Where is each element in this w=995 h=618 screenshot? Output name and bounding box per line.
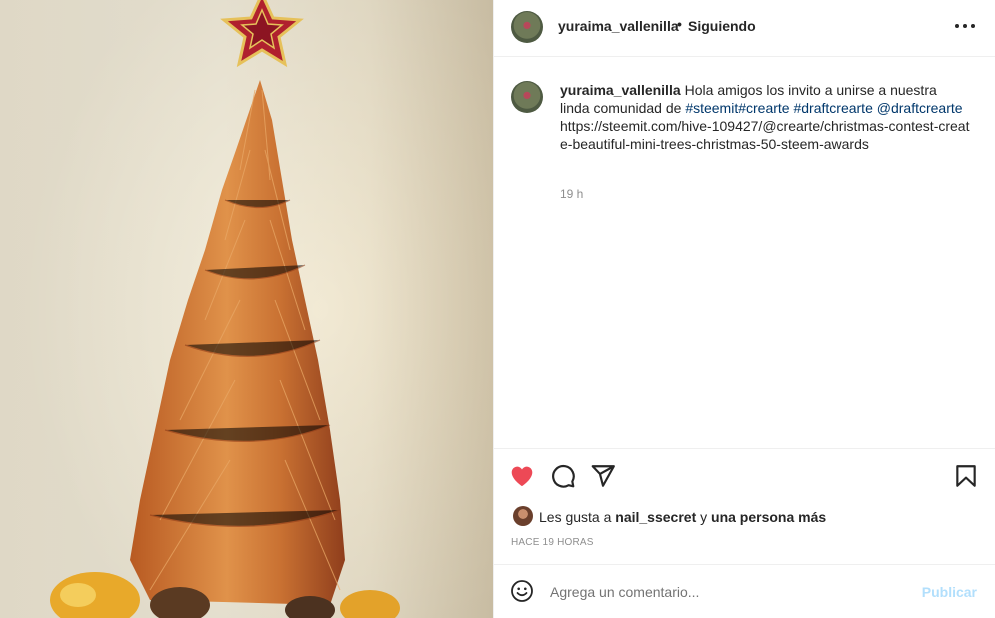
likes-prefix: Les gusta a xyxy=(539,509,612,525)
post-header: yuraima_vallenilla • Siguiendo xyxy=(494,0,995,57)
follow-separator: • xyxy=(677,16,682,32)
hashtag-crearte[interactable]: #crearte xyxy=(738,100,789,116)
liker-username[interactable]: nail_ssecret xyxy=(615,509,696,525)
heart-icon[interactable] xyxy=(509,463,535,489)
likes-middle: y xyxy=(700,509,708,525)
caption-username[interactable]: yuraima_vallenilla xyxy=(560,82,681,98)
likes-others[interactable]: una persona más xyxy=(711,509,826,525)
share-icon[interactable] xyxy=(590,463,616,489)
publish-button[interactable]: Publicar xyxy=(922,584,977,600)
hashtag-draftcrearte[interactable]: #draftcrearte xyxy=(793,100,872,116)
caption-time-ago[interactable]: 19 h xyxy=(560,187,583,201)
caption-url: https://steemit.com/hive-109427/@crearte… xyxy=(560,118,970,152)
post-details-panel: yuraima_vallenilla • Siguiendo yuraima_v… xyxy=(493,0,995,618)
author-avatar[interactable] xyxy=(511,11,543,43)
comment-icon[interactable] xyxy=(550,463,576,489)
post-image[interactable] xyxy=(0,0,493,618)
post-timestamp[interactable]: HACE 19 HORAS xyxy=(511,537,594,548)
emoji-icon[interactable] xyxy=(510,579,534,603)
caption-author-avatar[interactable] xyxy=(511,81,543,113)
hashtag-steemit[interactable]: #steemit xyxy=(685,100,738,116)
comment-form: Publicar xyxy=(494,564,995,618)
following-button[interactable]: Siguiendo xyxy=(688,18,756,34)
post-caption: yuraima_vallenilla Hola amigos los invito… xyxy=(560,81,970,153)
likes-summary: Les gusta a nail_ssecret y una persona m… xyxy=(539,509,826,525)
post-actions xyxy=(494,448,995,504)
mention-draftcrearte[interactable]: @draftcrearte xyxy=(877,100,963,116)
liker-avatar[interactable] xyxy=(513,506,533,526)
author-username[interactable]: yuraima_vallenilla xyxy=(558,18,679,34)
comment-input[interactable] xyxy=(550,581,910,603)
more-horizontal-icon[interactable] xyxy=(955,16,975,36)
bookmark-icon[interactable] xyxy=(953,463,979,489)
christmas-tree-photo xyxy=(0,0,493,618)
